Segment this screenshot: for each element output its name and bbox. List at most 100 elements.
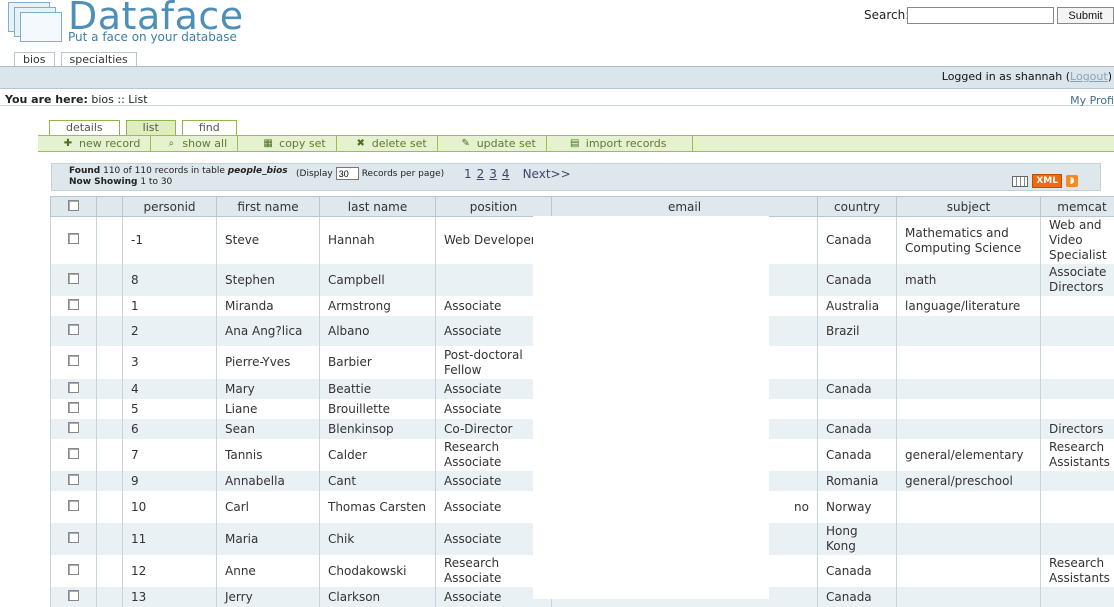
cell-id[interactable]: 9 [123,471,217,491]
cell-memcat[interactable] [1041,523,1114,555]
cell-memcat[interactable] [1041,296,1114,316]
row-checkbox[interactable] [68,299,79,310]
cell-last[interactable]: Chik [320,523,436,555]
row-checkbox[interactable] [68,324,79,335]
cell-subject[interactable] [897,587,1041,607]
cell-memcat[interactable]: Directors [1041,419,1114,439]
cell-country[interactable]: Canada [818,587,897,607]
new-record-button[interactable]: ✚new record [38,136,151,151]
cell-last[interactable]: Armstrong [320,296,436,316]
cell-first[interactable]: Maria [217,523,320,555]
cell-memcat[interactable] [1041,587,1114,607]
row-checkbox[interactable] [68,402,79,413]
cell-country[interactable]: Hong Kong [818,523,897,555]
cell-id[interactable]: 5 [123,399,217,419]
cell-first[interactable]: Tannis [217,439,320,471]
page-link-3[interactable]: 3 [489,167,497,181]
cell-memcat[interactable] [1041,346,1114,379]
row-checkbox[interactable] [68,355,79,366]
cell-first[interactable]: Mary [217,379,320,399]
cell-first[interactable]: Liane [217,399,320,419]
cell-country[interactable]: Canada [818,555,897,587]
cell-country[interactable]: Canada [818,439,897,471]
cell-first[interactable]: Ana Ang?lica [217,316,320,346]
cell-first[interactable]: Anne [217,555,320,587]
row-checkbox[interactable] [68,474,79,485]
cell-first[interactable]: Annabella [217,471,320,491]
copy-set-button[interactable]: ▦copy set [238,136,337,151]
show-all-button[interactable]: ⌕show all [151,136,238,151]
column-header-personid[interactable]: personid [123,197,217,217]
page-link-4[interactable]: 4 [502,167,510,181]
cell-first[interactable]: Stephen [217,264,320,296]
search-submit-button[interactable]: Submit [1057,7,1114,24]
cell-id[interactable]: 4 [123,379,217,399]
cell-id[interactable]: 7 [123,439,217,471]
cell-last[interactable]: Campbell [320,264,436,296]
cell-last[interactable]: Cant [320,471,436,491]
cell-last[interactable]: Calder [320,439,436,471]
rss-icon[interactable]: ◗ [1066,175,1078,187]
logout-link[interactable]: Logout [1070,70,1108,83]
cell-memcat[interactable]: Research Assistants [1041,439,1114,471]
cell-last[interactable]: Blenkinsop [320,419,436,439]
row-checkbox[interactable] [68,233,79,244]
select-all-header[interactable] [51,197,97,217]
column-header-position[interactable]: position [436,197,552,217]
cell-country[interactable]: Norway [818,491,897,523]
records-per-page-input[interactable] [336,167,359,180]
cell-subject[interactable] [897,399,1041,419]
cell-subject[interactable] [897,491,1041,523]
column-header-email[interactable]: email [552,197,818,217]
delete-set-button[interactable]: ✖delete set [337,136,438,151]
cell-subject[interactable]: math [897,264,1041,296]
row-checkbox[interactable] [68,273,79,284]
tab-details[interactable]: details [49,120,120,135]
cell-first[interactable]: Carl [217,491,320,523]
cell-subject[interactable] [897,523,1041,555]
cell-first[interactable]: Miranda [217,296,320,316]
cell-id[interactable]: 11 [123,523,217,555]
cell-subject[interactable]: general/preschool [897,471,1041,491]
cell-country[interactable]: Canada [818,379,897,399]
cell-memcat[interactable]: Web and Video Specialist [1041,217,1114,265]
cell-memcat[interactable]: Research Assistants [1041,555,1114,587]
cell-id[interactable]: 10 [123,491,217,523]
row-checkbox[interactable] [68,500,79,511]
cell-memcat[interactable] [1041,316,1114,346]
cell-last[interactable]: Clarkson [320,587,436,607]
cell-last[interactable]: Barbier [320,346,436,379]
column-header-subject[interactable]: subject [897,197,1041,217]
cell-memcat[interactable]: Associate Directors [1041,264,1114,296]
cell-id[interactable]: 12 [123,555,217,587]
update-set-button[interactable]: ✎update set [438,136,547,151]
cell-subject[interactable] [897,379,1041,399]
cell-country[interactable]: Canada [818,217,897,265]
cell-subject[interactable] [897,555,1041,587]
cell-last[interactable]: Brouillette [320,399,436,419]
cell-first[interactable]: Steve [217,217,320,265]
cell-country[interactable]: Romania [818,471,897,491]
cell-subject[interactable]: general/elementary [897,439,1041,471]
cell-memcat[interactable] [1041,379,1114,399]
column-header-memcat[interactable]: memcat [1041,197,1114,217]
cell-country[interactable]: Australia [818,296,897,316]
cell-first[interactable]: Pierre-Yves [217,346,320,379]
cell-last[interactable]: Thomas Carsten [320,491,436,523]
my-profile-link[interactable]: My Profi [1070,94,1114,107]
row-checkbox[interactable] [68,422,79,433]
cell-memcat[interactable] [1041,491,1114,523]
tab-find[interactable]: find [182,120,237,135]
cell-id[interactable]: 3 [123,346,217,379]
cell-country[interactable] [818,399,897,419]
row-checkbox[interactable] [68,532,79,543]
page-link-2[interactable]: 2 [477,167,485,181]
spreadsheet-icon[interactable] [1012,176,1028,187]
search-input[interactable] [907,7,1054,24]
import-records-button[interactable]: ▤import records [547,136,694,151]
select-all-checkbox[interactable] [68,200,79,211]
row-checkbox[interactable] [68,448,79,459]
cell-subject[interactable]: Mathematics and Computing Science [897,217,1041,265]
cell-id[interactable]: 6 [123,419,217,439]
column-header-first-name[interactable]: first name [217,197,320,217]
